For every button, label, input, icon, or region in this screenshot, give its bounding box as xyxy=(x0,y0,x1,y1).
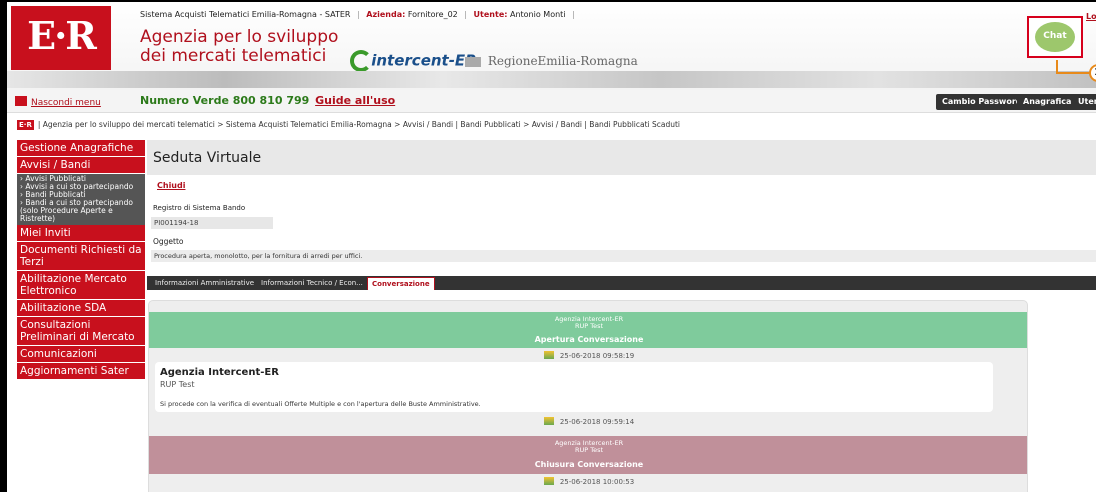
message-status-icon xyxy=(543,351,554,359)
sidebar-submenu: › Avvisi Pubblicati › Avvisi a cui sto p… xyxy=(17,174,145,225)
utente-button[interactable]: Uten xyxy=(1072,94,1096,110)
hide-menu-link[interactable]: Nascondi menu xyxy=(15,96,101,108)
hide-menu-label: Nascondi menu xyxy=(31,98,101,108)
toolbar: Nascondi menu Numero Verde 800 810 799 G… xyxy=(7,90,1096,113)
oggetto-label: Oggetto xyxy=(153,237,184,246)
banner-title: Apertura Conversazione xyxy=(534,335,644,344)
intercent-logo: intercent-ER. xyxy=(350,50,483,72)
close-link[interactable]: Chiudi xyxy=(157,181,185,190)
banner-title: Chiusura Conversazione xyxy=(534,460,644,469)
change-password-button[interactable]: Cambio Password xyxy=(936,94,1028,110)
registro-value: PI001194-18 xyxy=(151,217,273,229)
timestamp: 25-06-2018 09:58:19 xyxy=(149,351,1027,360)
system-name: Sistema Acquisti Telematici Emilia-Romag… xyxy=(140,10,351,19)
system-info-line: Sistema Acquisti Telematici Emilia-Romag… xyxy=(140,10,579,19)
sidebar-item-abilitazione-sda[interactable]: Abilitazione SDA xyxy=(17,300,145,317)
separator: | xyxy=(357,10,360,19)
breadcrumb: E·R | Agenzia per lo sviluppo dei mercati… xyxy=(17,120,680,130)
timestamp-text: 25-06-2018 09:59:14 xyxy=(559,418,635,426)
tab-informazioni-tecnico[interactable]: Informazioni Tecnico / Econ... xyxy=(257,277,367,290)
toll-free-text: Numero Verde 800 810 799 xyxy=(140,94,310,107)
separator: | xyxy=(464,10,467,19)
header: E·R Sistema Acquisti Telematici Emilia-R… xyxy=(7,2,1096,90)
sidebar-item-miei-inviti[interactable]: Miei Inviti xyxy=(17,225,145,242)
intercent-swoosh-icon xyxy=(350,50,372,72)
page-title-bar: Seduta Virtuale xyxy=(147,140,1096,175)
timestamp: 25-06-2018 09:59:14 xyxy=(149,417,1027,426)
regione-logo: RegioneEmilia-Romagna xyxy=(465,54,638,68)
sidebar-item-abilitazione-mercato[interactable]: Abilitazione Mercato Elettronico xyxy=(17,271,145,300)
anagrafica-button[interactable]: Anagrafica xyxy=(1017,94,1078,110)
conversation-panel: Agenzia Intercent-ER RUP Test Apertura C… xyxy=(148,300,1028,492)
sidebar-item-aggiornamenti[interactable]: Aggiornamenti Sater xyxy=(17,363,145,380)
sidebar-item-documenti-richiesti[interactable]: Documenti Richiesti da Terzi xyxy=(17,242,145,271)
message-status-icon xyxy=(543,417,554,425)
message-sender: Agenzia Intercent-ER xyxy=(160,367,279,378)
guide-link[interactable]: Guide all'uso xyxy=(315,94,395,107)
sidebar-item-comunicazioni[interactable]: Comunicazioni xyxy=(17,346,145,363)
main-content: Seduta Virtuale Chiudi Registro di Siste… xyxy=(147,140,1096,492)
sidebar-item-consultazioni[interactable]: Consultazioni Preliminari di Mercato xyxy=(17,317,145,346)
oggetto-value: Procedura aperta, monolotto, per la forn… xyxy=(151,250,1096,262)
app-window: E·R Sistema Acquisti Telematici Emilia-R… xyxy=(0,0,1096,492)
message-card: Agenzia Intercent-ER RUP Test Si procede… xyxy=(155,362,993,412)
header-decorative-band xyxy=(7,71,1096,88)
registro-label: Registro di Sistema Bando xyxy=(153,204,246,212)
menu-toggle-icon xyxy=(15,96,27,106)
breadcrumb-home-icon[interactable]: E·R xyxy=(17,120,34,130)
sidebar-item-gestione-anagrafiche[interactable]: Gestione Anagrafiche xyxy=(17,140,145,157)
regione-flag-icon xyxy=(465,56,481,67)
sidebar-subitem-bandi-partecipando-note[interactable]: Ristrette) xyxy=(20,215,142,223)
message-role: RUP Test xyxy=(160,380,195,389)
sidebar-item-avvisi-bandi[interactable]: Avvisi / Bandi xyxy=(17,157,145,174)
utente-value: Antonio Monti xyxy=(509,10,566,19)
logout-link[interactable]: Lo xyxy=(1086,12,1096,21)
agency-name: Agenzia per lo sviluppo dei mercati tele… xyxy=(140,27,339,66)
chat-button[interactable]: Chat xyxy=(1027,16,1083,58)
tab-conversazione[interactable]: Conversazione xyxy=(367,277,435,290)
regione-logo-text: RegioneEmilia-Romagna xyxy=(487,54,638,68)
chat-bubble-icon: Chat xyxy=(1035,22,1075,52)
message-status-icon xyxy=(543,477,554,485)
separator: | xyxy=(572,10,575,19)
close-conversation-banner: Agenzia Intercent-ER RUP Test Chiusura C… xyxy=(149,436,1027,474)
toll-free-number: Numero Verde 800 810 799 Guide all'uso xyxy=(140,94,395,107)
open-conversation-banner: Agenzia Intercent-ER RUP Test Apertura C… xyxy=(149,312,1027,348)
timestamp-text: 25-06-2018 10:00:53 xyxy=(559,478,635,486)
message-body: Si procede con la verifica di eventuali … xyxy=(160,400,481,408)
azienda-value: Fornitore_02 xyxy=(407,10,458,19)
banner-role: RUP Test xyxy=(574,446,604,454)
breadcrumb-path: | Agenzia per lo sviluppo dei mercati te… xyxy=(37,120,681,129)
azienda-label: Azienda: xyxy=(366,10,406,19)
sidebar: Gestione Anagrafiche Avvisi / Bandi › Av… xyxy=(17,140,145,380)
tab-informazioni-amministrative[interactable]: Informazioni Amministrative xyxy=(151,277,258,290)
er-logo[interactable]: E·R xyxy=(11,6,111,70)
tab-bar: Informazioni Amministrative Informazioni… xyxy=(147,276,1096,290)
timestamp: 25-06-2018 10:00:53 xyxy=(149,477,1027,486)
banner-role: RUP Test xyxy=(574,322,604,330)
timestamp-text: 25-06-2018 09:58:19 xyxy=(559,352,635,360)
utente-label: Utente: xyxy=(473,10,508,19)
page-title: Seduta Virtuale xyxy=(153,150,262,166)
